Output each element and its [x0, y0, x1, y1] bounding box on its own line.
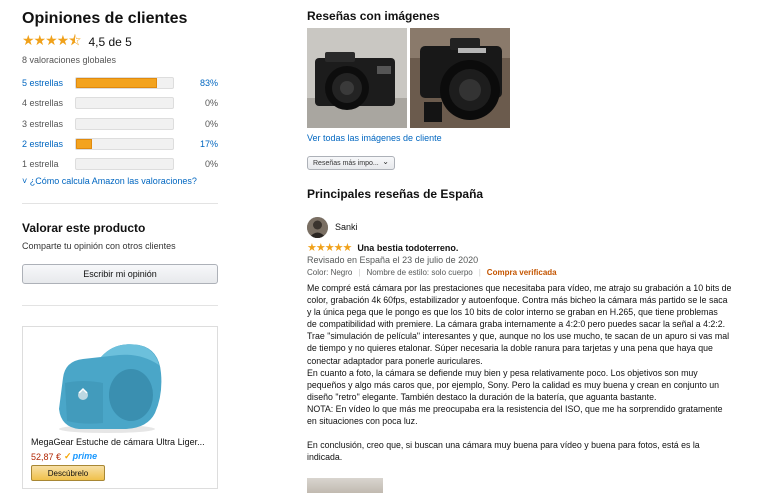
histogram-label[interactable]: 2 estrellas [22, 139, 75, 149]
histogram-label: 4 estrellas [22, 98, 64, 109]
sort-selected-value: Reseñas más impo... [313, 159, 379, 167]
histogram-bar-fill [76, 139, 93, 150]
how-ratings-calculated-link[interactable]: ˅ ¿Cómo calcula Amazon las valoraciones? [22, 176, 197, 186]
review-date: Revisado en España el 23 de julio de 202… [307, 255, 479, 265]
histogram-label[interactable]: 5 estrellas [22, 78, 75, 88]
review-body-line: conectar adaptador para ponerle auricula… [307, 355, 483, 366]
sort-reviews-dropdown[interactable]: Reseñas más impo... ⌄ [307, 156, 395, 170]
review-body-line: y la única pega que le pongo es que los … [307, 307, 718, 318]
review-meta: Color: Negro | Nombre de estilo: solo cu… [307, 268, 557, 277]
review-image-thumbnail[interactable] [307, 478, 383, 493]
write-review-button[interactable]: Escribir mi opinión [22, 264, 218, 284]
histogram-label: 3 estrellas [22, 118, 64, 129]
histogram-bar[interactable] [75, 138, 174, 151]
star-rating-icon: ★★★★★ [307, 242, 352, 254]
camera-photo-2 [410, 28, 510, 128]
review-headline[interactable]: Una bestia todoterreno. [357, 243, 458, 253]
meta-separator: | [478, 268, 481, 277]
histogram-label: 1 estrella [22, 159, 59, 170]
rating-histogram: 5 estrellas 83% 4 estrellas 0% 3 estrellas 0%… [22, 73, 218, 174]
review-body-line: color, grabación 4k 60fps, estabilizador… [307, 295, 728, 306]
histogram-row: 3 estrellas 0% [22, 114, 218, 134]
rate-product-title: Valorar este producto [22, 221, 146, 235]
product-price: 52,87 € [31, 451, 62, 462]
histogram-bar [75, 97, 174, 110]
discover-button[interactable]: Descúbrelo [31, 465, 105, 481]
average-rating-text: 4,5 de 5 [88, 35, 132, 49]
histogram-row[interactable]: 5 estrellas 83% [22, 73, 218, 93]
avatar[interactable] [307, 217, 328, 238]
review-body-line: de tiempo y no quieres etalonar. Súper n… [307, 343, 713, 354]
reviewer-name[interactable]: Sanki [335, 222, 358, 232]
histogram-bar [75, 158, 174, 171]
review-image-thumbnail[interactable] [410, 28, 510, 128]
divider [22, 203, 218, 204]
chevron-down-icon: ⌄ [382, 157, 389, 166]
divider [22, 305, 218, 306]
rate-product-subtitle: Comparte tu opinión con otros clientes [22, 241, 176, 251]
histogram-row: 4 estrellas 0% [22, 93, 218, 113]
camera-photo-1 [307, 28, 407, 128]
meta-separator: | [358, 268, 361, 277]
verified-purchase-badge: Compra verificada [486, 268, 557, 277]
avatar-image [307, 217, 328, 238]
histogram-percent[interactable]: 83% [174, 78, 218, 88]
average-rating[interactable]: ★★★★⯪ 4,5 de 5 [22, 30, 132, 54]
review-rating-row: ★★★★★ Una bestia todoterreno. [307, 241, 458, 254]
histogram-bar [75, 117, 174, 130]
camera-case-product-image[interactable] [43, 333, 171, 435]
review-body-line: en situaciones con poca luz. [307, 416, 418, 427]
review-body-line: Trae "simulación de película" interesant… [307, 331, 730, 342]
price-row: 52,87 € ✓prime [31, 451, 97, 462]
global-ratings-count: 8 valoraciones globales [22, 55, 117, 65]
reviews-with-images-title: Reseñas con imágenes [307, 9, 440, 23]
review-body-line: pequeños y algo más caros que, por ejemp… [307, 379, 720, 390]
histogram-percent: 0% [204, 118, 218, 129]
histogram-percent: 0% [204, 159, 218, 170]
review-body-line: de compatibilidad with premiere. La cáma… [307, 319, 726, 330]
histogram-percent: 0% [204, 98, 218, 109]
top-reviews-title: Principales reseñas de España [307, 187, 484, 201]
star-rating-icon: ★★★★⯪ [22, 32, 81, 48]
page-title: Opiniones de clientes [22, 10, 188, 27]
histogram-row: 1 estrella 0% [22, 154, 218, 174]
prime-check-icon: ✓ [64, 451, 72, 461]
review-style: Nombre de estilo: solo cuerpo [366, 268, 473, 277]
histogram-bar[interactable] [75, 77, 174, 90]
review-color[interactable]: Color: Negro [307, 268, 352, 277]
histogram-bar-fill [76, 78, 157, 89]
prime-badge: ✓prime [64, 451, 97, 462]
review-body-line: En conclusión, creo que, si buscan una c… [307, 440, 700, 451]
review-body: Me compré está cámara por las prestacion… [307, 282, 762, 463]
histogram-percent[interactable]: 17% [174, 139, 218, 149]
review-body-line [307, 427, 762, 439]
review-body-line: Me compré está cámara por las prestacion… [307, 283, 732, 293]
see-all-customer-images-link[interactable]: Ver todas las imágenes de cliente [307, 133, 442, 143]
product-name[interactable]: MegaGear Estuche de cámara Ultra Liger..… [31, 437, 205, 447]
review-image-thumbnail[interactable] [307, 28, 407, 128]
prime-label: prime [72, 451, 98, 461]
sponsored-product-card[interactable]: MegaGear Estuche de cámara Ultra Liger..… [22, 326, 218, 489]
review-body-line: diseño "retro" elegante. También destaco… [307, 391, 657, 402]
review-body-line: En cuanto a foto, la cámara se defiende … [307, 367, 698, 378]
review-body-line: NOTA: En vídeo lo que más me preocupaba … [307, 403, 723, 414]
review-body-line: indicada. [307, 452, 343, 463]
histogram-row[interactable]: 2 estrellas 17% [22, 134, 218, 154]
